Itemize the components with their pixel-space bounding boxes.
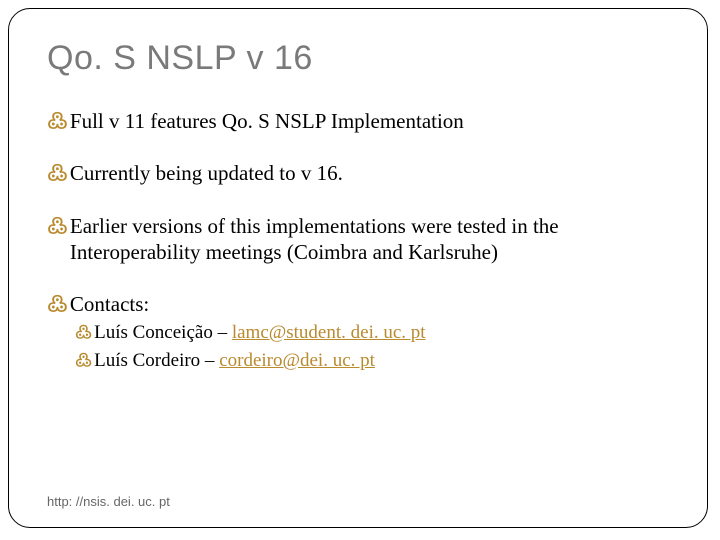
- contact-name: Luís Cordeiro –: [94, 350, 219, 371]
- bullet-text: Contacts:: [70, 291, 149, 317]
- bullet-text: Full v 11 features Qo. S NSLP Implementa…: [70, 108, 464, 134]
- contact-entry: Luís Conceição – lamc@student. dei. uc. …: [94, 321, 425, 345]
- footer-url: http: //nsis. dei. uc. pt: [47, 494, 170, 509]
- bullet-item: ߷ Currently being updated to v 16.: [47, 160, 669, 186]
- slide-title: Qo. S NSLP v 16: [47, 39, 669, 78]
- contact-entry: Luís Cordeiro – cordeiro@dei. uc. pt: [94, 349, 375, 373]
- bullet-item: ߷ Earlier versions of this implementatio…: [47, 213, 669, 266]
- bullet-icon: ߷: [75, 349, 92, 371]
- list-item: ߷ Luís Cordeiro – cordeiro@dei. uc. pt: [75, 349, 669, 373]
- bullet-item: ߷ Contacts:: [47, 291, 669, 317]
- bullet-text: Earlier versions of this implementations…: [70, 213, 669, 266]
- list-item: ߷ Luís Conceição – lamc@student. dei. uc…: [75, 321, 669, 345]
- bullet-text: Currently being updated to v 16.: [70, 160, 343, 186]
- bullet-icon: ߷: [47, 108, 68, 133]
- email-link[interactable]: lamc@student. dei. uc. pt: [232, 322, 426, 343]
- bullet-icon: ߷: [47, 213, 68, 238]
- email-link[interactable]: cordeiro@dei. uc. pt: [219, 350, 375, 371]
- contacts-list: ߷ Luís Conceição – lamc@student. dei. uc…: [75, 321, 669, 373]
- contact-name: Luís Conceição –: [94, 322, 232, 343]
- bullet-icon: ߷: [75, 321, 92, 343]
- bullet-item: ߷ Full v 11 features Qo. S NSLP Implemen…: [47, 108, 669, 134]
- bullet-icon: ߷: [47, 160, 68, 185]
- bullet-icon: ߷: [47, 291, 68, 316]
- slide-frame: Qo. S NSLP v 16 ߷ Full v 11 features Qo.…: [8, 8, 708, 528]
